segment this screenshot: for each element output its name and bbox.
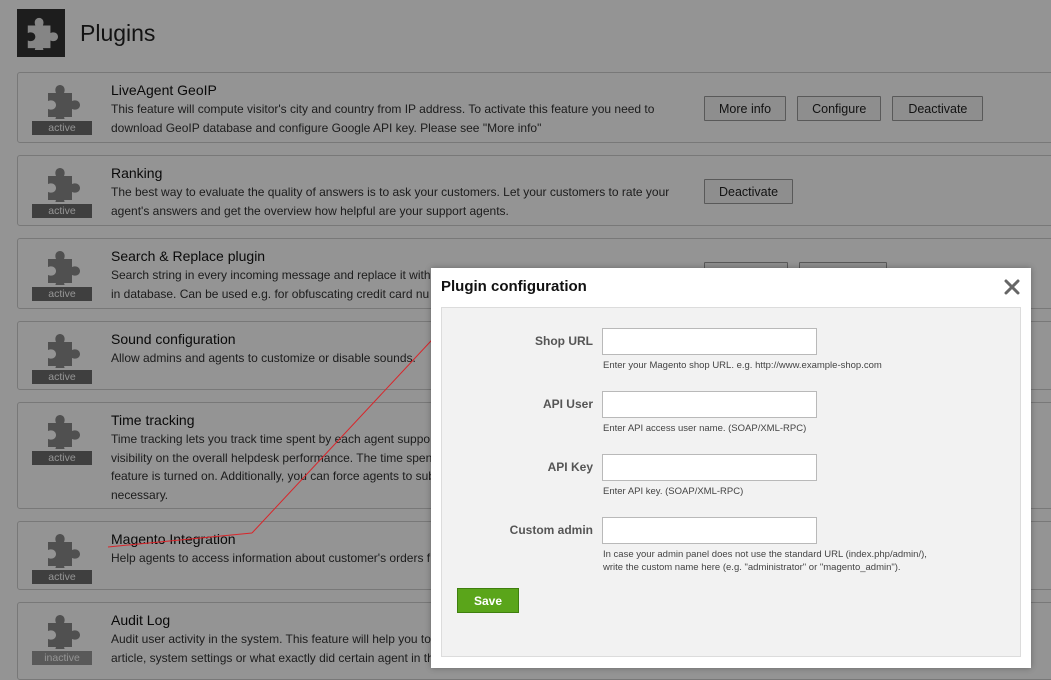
dialog-title: Plugin configuration [441,278,587,295]
config-form: Shop URL Enter your Magento shop URL. e.… [441,307,1021,657]
field-help-line: write the custom name here (e.g. "admini… [603,562,901,573]
field-label: Custom admin [509,523,593,537]
field-label: API Key [547,460,593,474]
field-help: Enter your Magento shop URL. e.g. http:/… [603,360,882,371]
field-help: In case your admin panel does not use th… [603,548,1003,574]
plugin-configuration-dialog: Plugin configuration Shop URL Enter your… [431,268,1031,668]
save-button[interactable]: Save [457,588,519,613]
shop-url-input[interactable] [602,328,817,355]
field-label: Shop URL [535,334,593,348]
custom-admin-input[interactable] [602,517,817,544]
api-user-input[interactable] [602,391,817,418]
api-key-input[interactable] [602,454,817,481]
field-help-line: In case your admin panel does not use th… [603,549,927,560]
close-icon[interactable] [1003,278,1021,296]
field-label: API User [542,397,593,411]
field-help: Enter API key. (SOAP/XML-RPC) [603,486,744,497]
field-help: Enter API access user name. (SOAP/XML-RP… [603,423,807,434]
